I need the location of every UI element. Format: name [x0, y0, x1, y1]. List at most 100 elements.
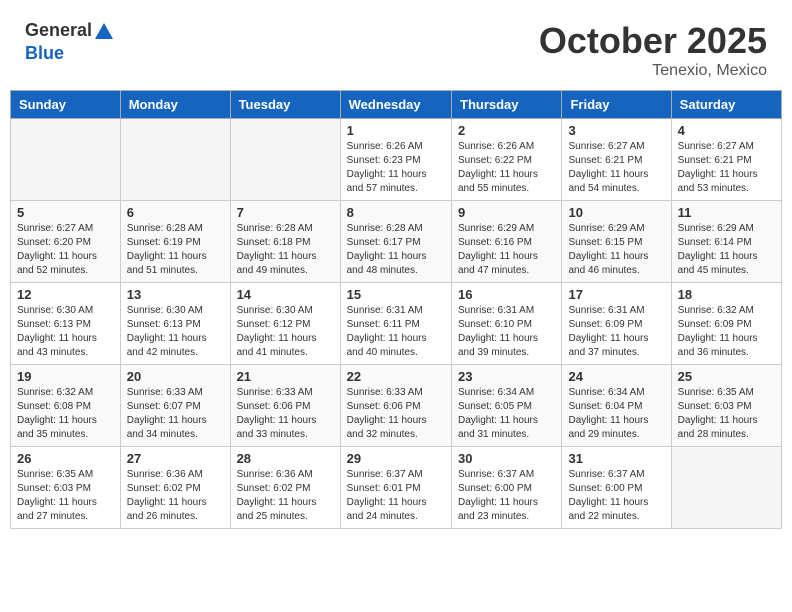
day-info: Sunrise: 6:28 AM Sunset: 6:19 PM Dayligh… — [127, 222, 224, 278]
table-row: 18Sunrise: 6:32 AM Sunset: 6:09 PM Dayli… — [671, 283, 781, 365]
logo-blue: Blue — [25, 43, 64, 63]
table-row: 19 Sunrise: 6:32 AM Sunset: 6:08 PM Dayli… — [11, 365, 121, 447]
table-row: 21 Sunrise: 6:33 AM Sunset: 6:06 PM Dayli… — [230, 365, 340, 447]
logo-general: General — [25, 20, 92, 40]
day-number: 3 — [568, 123, 664, 138]
table-row: 30 Sunrise: 6:37 AM Sunset: 6:00 PM Dayli… — [452, 447, 562, 529]
table-row: 15 Sunrise: 6:31 AM Sunset: 6:11 PM Dayli… — [340, 283, 451, 365]
day-number: 30 — [458, 451, 555, 466]
day-number: 6 — [127, 205, 224, 220]
day-info: Sunrise: 6:33 AM Sunset: 6:06 PM Dayligh… — [237, 386, 334, 442]
day-info: Sunrise: 6:30 AM Sunset: 6:13 PM Dayligh… — [17, 304, 114, 360]
day-number: 21 — [237, 369, 334, 384]
location-heading: Tenexio, Mexico — [539, 62, 767, 80]
day-info: Sunrise: 6:29 AM Sunset: 6:15 PM Dayligh… — [568, 222, 664, 278]
calendar-week-2: 5 Sunrise: 6:27 AM Sunset: 6:20 PM Daylig… — [11, 201, 782, 283]
table-row — [11, 119, 121, 201]
calendar-table: Sunday Monday Tuesday Wednesday Thursday… — [10, 90, 782, 529]
logo: General Blue — [25, 20, 116, 64]
table-row: 6 Sunrise: 6:28 AM Sunset: 6:19 PM Daylig… — [120, 201, 230, 283]
day-info: Sunrise: 6:28 AM Sunset: 6:17 PM Dayligh… — [347, 222, 445, 278]
day-number: 22 — [347, 369, 445, 384]
day-number: 16 — [458, 287, 555, 302]
day-info: Sunrise: 6:26 AM Sunset: 6:22 PM Dayligh… — [458, 140, 555, 196]
logo-text: General Blue — [25, 20, 116, 64]
day-number: 10 — [568, 205, 664, 220]
day-info: Sunrise: 6:37 AM Sunset: 6:00 PM Dayligh… — [458, 468, 555, 524]
day-info: Sunrise: 6:32 AM Sunset: 6:08 PM Dayligh… — [17, 386, 114, 442]
header-friday: Friday — [562, 91, 671, 119]
day-number: 5 — [17, 205, 114, 220]
day-number: 29 — [347, 451, 445, 466]
day-number: 18 — [678, 287, 775, 302]
weekday-header-row: Sunday Monday Tuesday Wednesday Thursday… — [11, 91, 782, 119]
day-number: 1 — [347, 123, 445, 138]
day-info: Sunrise: 6:36 AM Sunset: 6:02 PM Dayligh… — [127, 468, 224, 524]
day-number: 14 — [237, 287, 334, 302]
day-number: 2 — [458, 123, 555, 138]
day-number: 20 — [127, 369, 224, 384]
day-info: Sunrise: 6:33 AM Sunset: 6:07 PM Dayligh… — [127, 386, 224, 442]
day-number: 27 — [127, 451, 224, 466]
day-number: 25 — [678, 369, 775, 384]
day-info: Sunrise: 6:27 AM Sunset: 6:21 PM Dayligh… — [678, 140, 775, 196]
day-number: 15 — [347, 287, 445, 302]
day-number: 12 — [17, 287, 114, 302]
calendar-week-5: 26Sunrise: 6:35 AM Sunset: 6:03 PM Dayli… — [11, 447, 782, 529]
header-saturday: Saturday — [671, 91, 781, 119]
day-info: Sunrise: 6:29 AM Sunset: 6:14 PM Dayligh… — [678, 222, 775, 278]
day-number: 23 — [458, 369, 555, 384]
day-info: Sunrise: 6:33 AM Sunset: 6:06 PM Dayligh… — [347, 386, 445, 442]
day-info: Sunrise: 6:34 AM Sunset: 6:05 PM Dayligh… — [458, 386, 555, 442]
table-row: 20 Sunrise: 6:33 AM Sunset: 6:07 PM Dayli… — [120, 365, 230, 447]
day-info: Sunrise: 6:27 AM Sunset: 6:21 PM Dayligh… — [568, 140, 664, 196]
day-info: Sunrise: 6:31 AM Sunset: 6:11 PM Dayligh… — [347, 304, 445, 360]
day-info: Sunrise: 6:29 AM Sunset: 6:16 PM Dayligh… — [458, 222, 555, 278]
day-number: 8 — [347, 205, 445, 220]
table-row: 22 Sunrise: 6:33 AM Sunset: 6:06 PM Dayli… — [340, 365, 451, 447]
table-row: 5 Sunrise: 6:27 AM Sunset: 6:20 PM Daylig… — [11, 201, 121, 283]
table-row: 8 Sunrise: 6:28 AM Sunset: 6:17 PM Daylig… — [340, 201, 451, 283]
table-row: 1 Sunrise: 6:26 AM Sunset: 6:23 PM Daylig… — [340, 119, 451, 201]
day-number: 13 — [127, 287, 224, 302]
day-info: Sunrise: 6:34 AM Sunset: 6:04 PM Dayligh… — [568, 386, 664, 442]
day-info: Sunrise: 6:37 AM Sunset: 6:00 PM Dayligh… — [568, 468, 664, 524]
day-number: 28 — [237, 451, 334, 466]
day-info: Sunrise: 6:31 AM Sunset: 6:10 PM Dayligh… — [458, 304, 555, 360]
header-wednesday: Wednesday — [340, 91, 451, 119]
header-tuesday: Tuesday — [230, 91, 340, 119]
day-info: Sunrise: 6:30 AM Sunset: 6:12 PM Dayligh… — [237, 304, 334, 360]
logo-icon — [93, 21, 115, 43]
day-info: Sunrise: 6:31 AM Sunset: 6:09 PM Dayligh… — [568, 304, 664, 360]
day-info: Sunrise: 6:28 AM Sunset: 6:18 PM Dayligh… — [237, 222, 334, 278]
day-number: 4 — [678, 123, 775, 138]
table-row: 3 Sunrise: 6:27 AM Sunset: 6:21 PM Daylig… — [562, 119, 671, 201]
month-heading: October 2025 — [539, 20, 767, 62]
day-number: 31 — [568, 451, 664, 466]
table-row: 13 Sunrise: 6:30 AM Sunset: 6:13 PM Dayli… — [120, 283, 230, 365]
table-row: 11Sunrise: 6:29 AM Sunset: 6:14 PM Dayli… — [671, 201, 781, 283]
table-row: 14 Sunrise: 6:30 AM Sunset: 6:12 PM Dayli… — [230, 283, 340, 365]
day-info: Sunrise: 6:27 AM Sunset: 6:20 PM Dayligh… — [17, 222, 114, 278]
calendar-week-3: 12 Sunrise: 6:30 AM Sunset: 6:13 PM Dayli… — [11, 283, 782, 365]
day-number: 24 — [568, 369, 664, 384]
table-row: 7Sunrise: 6:28 AM Sunset: 6:18 PM Daylig… — [230, 201, 340, 283]
table-row: 2 Sunrise: 6:26 AM Sunset: 6:22 PM Daylig… — [452, 119, 562, 201]
day-info: Sunrise: 6:30 AM Sunset: 6:13 PM Dayligh… — [127, 304, 224, 360]
day-info: Sunrise: 6:37 AM Sunset: 6:01 PM Dayligh… — [347, 468, 445, 524]
table-row: 4 Sunrise: 6:27 AM Sunset: 6:21 PM Daylig… — [671, 119, 781, 201]
table-row: 12 Sunrise: 6:30 AM Sunset: 6:13 PM Dayli… — [11, 283, 121, 365]
day-number: 9 — [458, 205, 555, 220]
table-row: 23 Sunrise: 6:34 AM Sunset: 6:05 PM Dayli… — [452, 365, 562, 447]
header-monday: Monday — [120, 91, 230, 119]
table-row: 27 Sunrise: 6:36 AM Sunset: 6:02 PM Dayli… — [120, 447, 230, 529]
table-row: 25Sunrise: 6:35 AM Sunset: 6:03 PM Dayli… — [671, 365, 781, 447]
calendar-week-1: 1 Sunrise: 6:26 AM Sunset: 6:23 PM Daylig… — [11, 119, 782, 201]
day-info: Sunrise: 6:26 AM Sunset: 6:23 PM Dayligh… — [347, 140, 445, 196]
table-row: 26Sunrise: 6:35 AM Sunset: 6:03 PM Dayli… — [11, 447, 121, 529]
table-row: 16 Sunrise: 6:31 AM Sunset: 6:10 PM Dayli… — [452, 283, 562, 365]
day-info: Sunrise: 6:35 AM Sunset: 6:03 PM Dayligh… — [17, 468, 114, 524]
day-number: 19 — [17, 369, 114, 384]
header-sunday: Sunday — [11, 91, 121, 119]
table-row: 29 Sunrise: 6:37 AM Sunset: 6:01 PM Dayli… — [340, 447, 451, 529]
